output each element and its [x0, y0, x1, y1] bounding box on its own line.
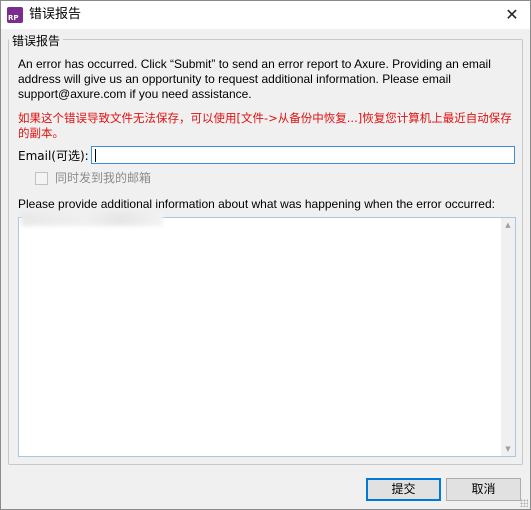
- title-bar[interactable]: RP 错误报告 ✕: [1, 1, 530, 29]
- email-label: Email(可选):: [18, 149, 89, 163]
- additional-info-textarea[interactable]: ▲ ▼: [18, 217, 516, 457]
- submit-button[interactable]: 提交: [366, 478, 441, 501]
- resize-grip-icon[interactable]: [520, 499, 528, 507]
- app-icon-text: RP: [8, 14, 19, 22]
- window-title: 错误报告: [29, 7, 82, 22]
- textarea-scrollbar[interactable]: ▲ ▼: [501, 218, 515, 456]
- axure-rp-app-icon: RP: [7, 7, 23, 23]
- close-icon[interactable]: ✕: [498, 3, 526, 27]
- text-caret: [95, 149, 96, 162]
- cancel-button[interactable]: 取消: [446, 478, 521, 501]
- scroll-down-arrow-icon[interactable]: ▼: [501, 442, 515, 456]
- groupbox-legend: 错误报告: [9, 34, 64, 48]
- email-input[interactable]: [91, 146, 515, 164]
- intro-message: An error has occurred. Click “Submit” to…: [18, 57, 491, 101]
- blurred-overlay: [21, 212, 163, 226]
- scroll-up-arrow-icon[interactable]: ▲: [501, 218, 515, 232]
- send-copy-checkbox-label: 同时发到我的邮箱: [55, 171, 152, 185]
- additional-info-label: Please provide additional information ab…: [18, 197, 495, 211]
- backup-warning-message: 如果这个错误导致文件无法保存，可以使用[文件->从备份中恢复...]恢复您计算机…: [18, 111, 512, 140]
- error-report-dialog: RP 错误报告 ✕ 错误报告 An error has occurred. Cl…: [0, 0, 531, 510]
- send-copy-checkbox[interactable]: [35, 172, 48, 185]
